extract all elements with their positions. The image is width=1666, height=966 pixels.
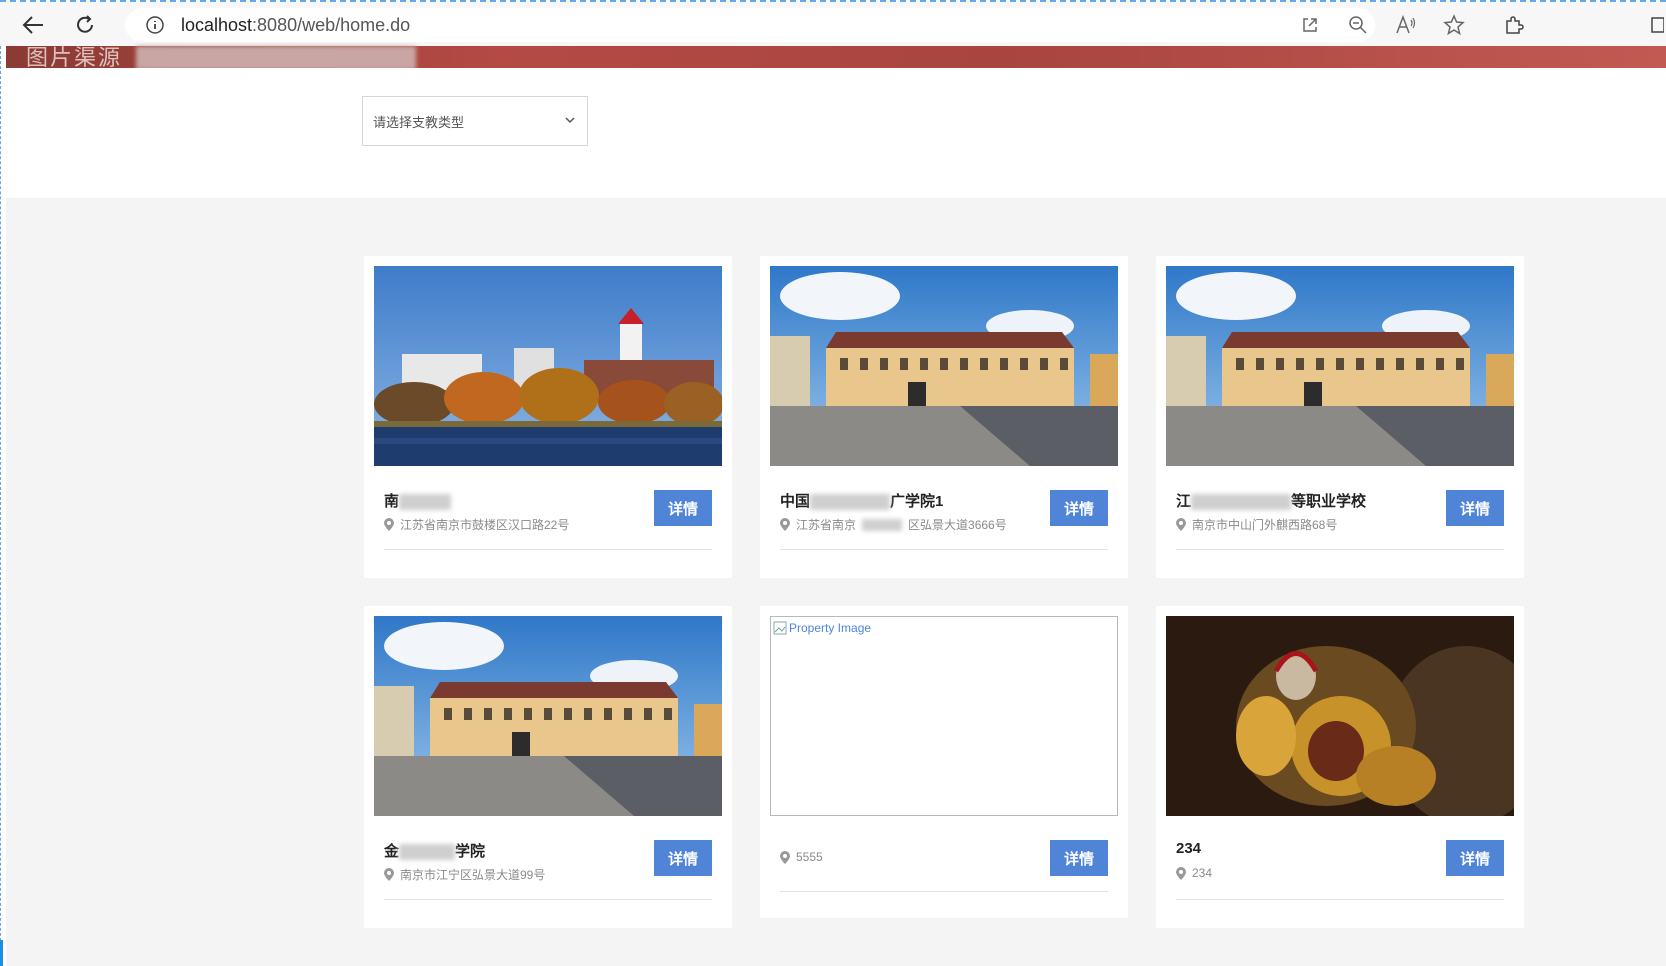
card-title[interactable]: 南	[384, 490, 452, 511]
title-redaction	[1191, 494, 1292, 511]
banner-redaction	[136, 46, 416, 70]
title-prefix: 江	[1176, 493, 1192, 510]
address-text: 江苏省南京市鼓楼区汉口路22号	[400, 518, 570, 532]
detail-button[interactable]: 详情	[1050, 840, 1108, 876]
extensions-icon[interactable]	[1500, 12, 1528, 38]
detail-button[interactable]: 详情	[1446, 840, 1504, 876]
card-address: 江苏省南京市鼓楼区汉口路22号	[384, 516, 569, 533]
school-card: 江 等职业学校 南京市中山门外麒西路68号 详情	[1156, 256, 1524, 578]
card-info: 234 234 详情	[1176, 816, 1504, 900]
title-redaction	[399, 844, 456, 861]
url-text: localhost:8080/web/home.do	[181, 15, 410, 36]
location-pin-icon	[384, 518, 394, 531]
card-info: 5555 详情	[780, 816, 1108, 892]
location-pin-icon	[780, 518, 790, 531]
detail-button[interactable]: 详情	[654, 840, 712, 876]
title-suffix: 等职业学校	[1291, 493, 1367, 510]
card-image-warrior[interactable]	[1166, 616, 1514, 816]
reload-icon[interactable]	[70, 12, 100, 38]
card-address: 南京市江宁区弘景大道99号	[384, 866, 545, 883]
card-image-broken[interactable]: Property Image	[770, 616, 1118, 816]
browser-toolbar: localhost:8080/web/home.do	[0, 0, 1666, 46]
url-path: :8080/web/home.do	[252, 14, 411, 35]
broken-image-alt: Property Image	[773, 621, 871, 635]
title-prefix: 中国	[780, 493, 811, 510]
address-suffix: 区弘景大道3666号	[908, 518, 1007, 532]
location-pin-icon	[384, 868, 394, 881]
card-image-palace[interactable]	[1166, 266, 1514, 466]
teaching-type-select[interactable]: 请选择支教类型	[362, 96, 588, 146]
sidebar-toggle-icon[interactable]	[1648, 12, 1666, 38]
card-title[interactable]: 金 学院	[384, 840, 485, 861]
chevron-down-icon	[565, 117, 575, 124]
address-redaction	[862, 518, 903, 531]
site-banner: 图片渠源	[6, 46, 1666, 71]
card-title[interactable]: 江 等职业学校	[1176, 490, 1366, 511]
card-address: 234	[1176, 866, 1212, 880]
address-bar[interactable]: localhost:8080/web/home.do	[125, 8, 1375, 42]
url-host: localhost	[181, 14, 253, 35]
alt-text: Property Image	[789, 621, 872, 635]
read-aloud-icon[interactable]	[1392, 12, 1420, 38]
detail-button[interactable]: 详情	[1446, 490, 1504, 526]
title-prefix: 金	[384, 843, 400, 860]
detail-button[interactable]: 详情	[1050, 490, 1108, 526]
address-text: 南京市江宁区弘景大道99号	[400, 868, 546, 882]
card-address: 南京市中山门外麒西路68号	[1176, 516, 1337, 533]
open-external-icon[interactable]	[1296, 12, 1324, 38]
location-pin-icon	[1176, 518, 1186, 531]
card-info: 南 江苏省南京市鼓楼区汉口路22号 详情	[384, 466, 712, 550]
card-title[interactable]: 234	[1176, 840, 1201, 857]
select-placeholder: 请选择支教类型	[373, 114, 465, 130]
school-card: 中国 广学院1 江苏省南京 区弘景大道3666号 详情	[760, 256, 1128, 578]
school-card: 234 234 详情	[1156, 606, 1524, 928]
card-address: 5555	[780, 850, 823, 864]
title-redaction	[810, 494, 891, 511]
school-card: Property Image 5555 详情	[760, 606, 1128, 918]
location-pin-icon	[1176, 866, 1186, 880]
card-image-campus[interactable]	[374, 266, 722, 466]
title-suffix: 广学院1	[890, 493, 944, 510]
info-icon[interactable]	[145, 15, 165, 35]
title-text: 南	[384, 493, 400, 510]
card-image-palace[interactable]	[374, 616, 722, 816]
address-text: 南京市中山门外麒西路68号	[1192, 518, 1338, 532]
zoom-out-icon[interactable]	[1344, 12, 1372, 38]
school-card: 南 江苏省南京市鼓楼区汉口路22号 详情	[364, 256, 732, 578]
card-address: 江苏省南京 区弘景大道3666号	[780, 516, 1007, 533]
detail-button[interactable]: 详情	[654, 490, 712, 526]
address-text: 234	[1192, 866, 1213, 880]
address-text: 5555	[796, 850, 823, 864]
card-image-palace[interactable]	[770, 266, 1118, 466]
card-info: 江 等职业学校 南京市中山门外麒西路68号 详情	[1176, 466, 1504, 550]
filter-section	[6, 68, 1666, 198]
broken-image-icon	[773, 621, 787, 635]
school-card: 金 学院 南京市江宁区弘景大道99号 详情	[364, 606, 732, 928]
card-info: 中国 广学院1 江苏省南京 区弘景大道3666号 详情	[780, 466, 1108, 550]
card-title[interactable]: 中国 广学院1	[780, 490, 943, 511]
back-icon[interactable]	[18, 12, 48, 38]
title-redaction	[399, 494, 452, 511]
favorite-star-icon[interactable]	[1440, 12, 1468, 38]
location-pin-icon	[780, 850, 790, 864]
address-prefix: 江苏省南京	[796, 518, 857, 532]
window-accent-bottom	[0, 940, 3, 966]
title-suffix: 学院	[455, 843, 486, 860]
card-info: 金 学院 南京市江宁区弘景大道99号 详情	[384, 816, 712, 900]
